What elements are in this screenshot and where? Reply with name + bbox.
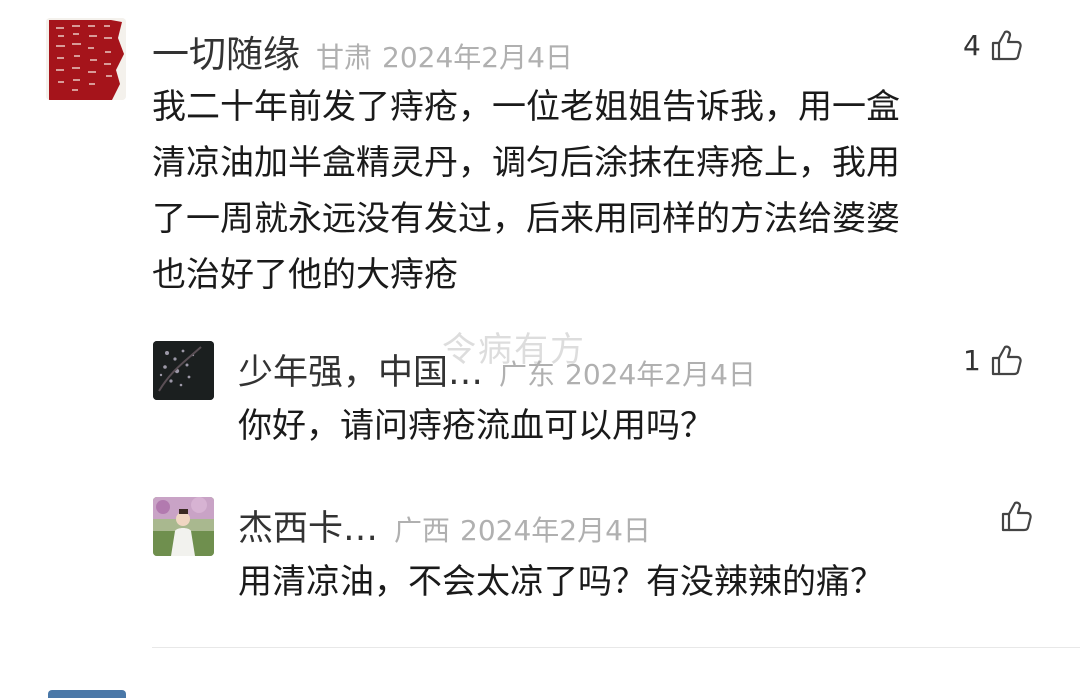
timestamp: 2024年2月4日 [565, 358, 756, 391]
thumbs-up-icon [991, 345, 1022, 376]
location: 广西 [394, 514, 451, 547]
thumbs-up-icon [991, 30, 1022, 61]
timestamp: 2024年2月4日 [382, 41, 573, 74]
location: 广东 [499, 358, 556, 391]
reply-header: 杰西卡… 广西 2024年2月4日 [238, 500, 651, 551]
comment-text: 我二十年前发了痔疮，一位老姐姐告诉我，用一盒 清凉油加半盒精灵丹，调匀后涂抹在痔… [152, 79, 1052, 303]
like-button[interactable]: 4 [963, 28, 1023, 62]
comment-line: 清凉油加半盒精灵丹，调匀后涂抹在痔疮上，我用 [152, 143, 900, 183]
like-count: 1 [963, 343, 981, 377]
comment-line: 我二十年前发了痔疮，一位老姐姐告诉我，用一盒 [152, 87, 900, 127]
avatar[interactable] [153, 341, 214, 400]
username[interactable]: 少年强，中国… [238, 344, 483, 395]
reply-text: 你好，请问痔疮流血可以用吗？ [238, 406, 714, 446]
like-button[interactable]: 1 [963, 343, 1023, 377]
reply-text: 用清凉油，不会太凉了吗？有没辣辣的痛？ [238, 562, 884, 602]
like-count: 4 [963, 28, 981, 62]
comment-line: 了一周就永远没有发过，后来用同样的方法给婆婆 [152, 199, 900, 239]
comment-line: 也治好了他的大痔疮 [152, 255, 458, 295]
comment-header: 一切随缘 甘肃 2024年2月4日 [152, 24, 573, 78]
timestamp: 2024年2月4日 [460, 514, 651, 547]
avatar[interactable] [46, 18, 126, 100]
like-button[interactable] [999, 499, 1033, 533]
username[interactable]: 杰西卡… [238, 500, 378, 551]
avatar[interactable] [153, 497, 214, 556]
username[interactable]: 一切随缘 [152, 24, 300, 78]
reply-header: 少年强，中国… 广东 2024年2月4日 [238, 344, 756, 395]
avatar[interactable] [48, 690, 126, 698]
divider [152, 647, 1080, 648]
location: 甘肃 [316, 41, 373, 74]
thumbs-up-icon [1001, 501, 1032, 532]
